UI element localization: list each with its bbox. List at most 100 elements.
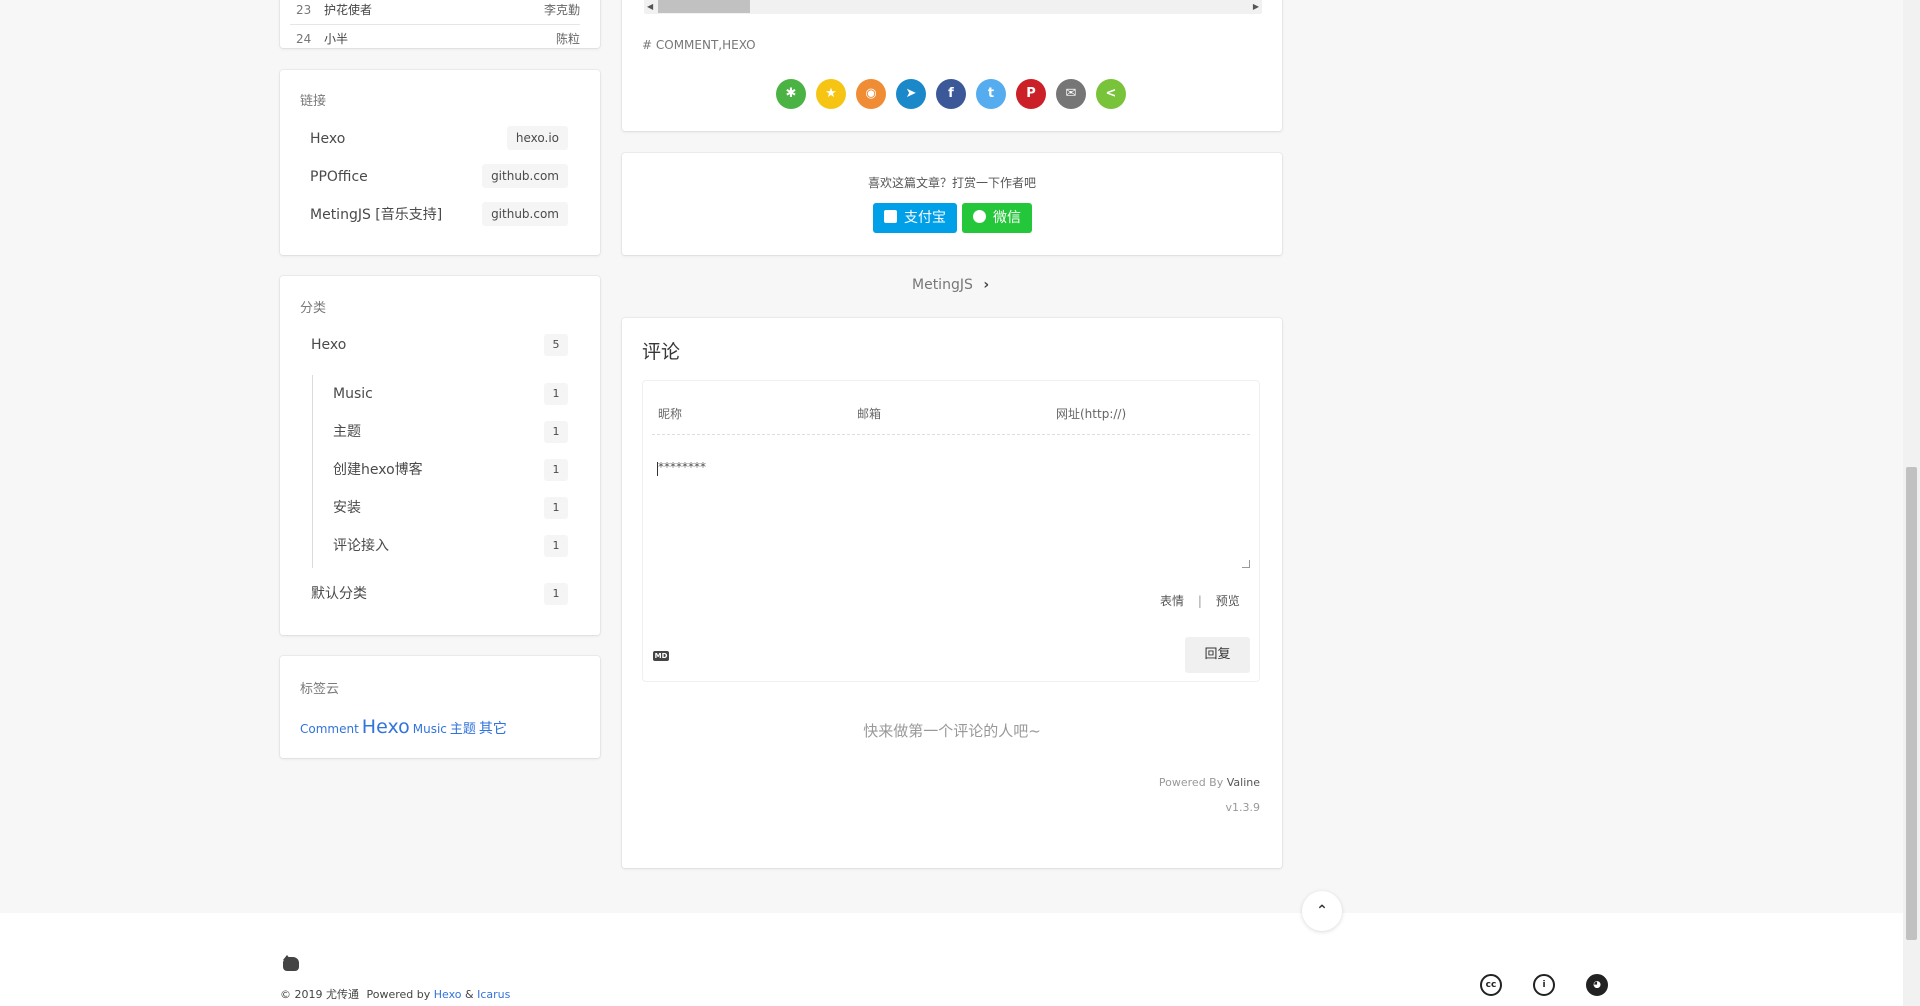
category-default[interactable]: 默认分类 1 [311, 581, 568, 607]
scroll-right-arrow-icon[interactable]: ▶ [1253, 0, 1259, 13]
telegram-icon: ➤ [905, 86, 917, 101]
code-horizontal-scrollbar[interactable]: ◀ ▶ [644, 0, 1262, 14]
category-name: Hexo [311, 337, 347, 353]
comments-title: 评论 [642, 341, 681, 363]
markdown-badge-text: MD [654, 652, 668, 660]
github-icon[interactable]: ◕ [1586, 974, 1608, 996]
link-name: MetingJS [音乐支持] [310, 207, 443, 223]
valine-version: v1.3.9 [1225, 801, 1261, 814]
next-post-title: MetingJS [912, 277, 973, 293]
icarus-link[interactable]: Icarus [477, 988, 510, 1001]
category-hexo[interactable]: Hexo 5 [311, 332, 568, 358]
tool-separator: | [1197, 594, 1202, 608]
link-ppoffice[interactable]: PPOffice github.com [310, 164, 568, 190]
share-pinterest-button[interactable]: P [1016, 79, 1046, 109]
article-card [622, 0, 1282, 131]
rank-artist: 李克勤 [543, 3, 580, 17]
rank-song: 小半 [324, 32, 349, 46]
article-tags[interactable]: # COMMENT,HEXO [642, 38, 756, 52]
alipay-label: 支付宝 [904, 210, 946, 226]
share-qzone-button[interactable]: ★ [816, 79, 846, 109]
submit-reply-button[interactable]: 回复 [1185, 637, 1250, 673]
mail-input[interactable]: 邮箱 [857, 405, 1037, 422]
category-name: 主题 [333, 424, 361, 440]
weibo-icon: ◉ [865, 86, 877, 101]
donate-wechat-button[interactable]: 微信 [962, 203, 1032, 233]
comment-tools: 表情 | 预览 [1160, 592, 1240, 609]
chevron-up-icon: ⌃ [1316, 903, 1328, 919]
site-logo[interactable] [281, 955, 301, 973]
wechat-icon [973, 210, 986, 223]
tag-theme[interactable]: 主题 [450, 722, 476, 737]
categories-label: 分类 [300, 301, 327, 316]
hexo-link[interactable]: Hexo [434, 988, 462, 1001]
share-email-button[interactable]: ✉ [1056, 79, 1086, 109]
link-name: PPOffice [310, 169, 368, 185]
donate-alipay-button[interactable]: 支付宝 [873, 203, 957, 233]
link-metingjs[interactable]: MetingJS [音乐支持] github.com [310, 202, 568, 228]
tagcloud-card: 标签云 Comment Hexo Music 主题 其它 [280, 656, 600, 758]
category-tree-line [312, 375, 313, 568]
emoji-button[interactable]: 表情 [1160, 594, 1184, 608]
page-scroll-thumb[interactable] [1906, 467, 1917, 940]
links-card: 链接 Hexo hexo.io PPOffice github.com Meti… [280, 70, 600, 255]
scroll-left-arrow-icon[interactable]: ◀ [647, 0, 653, 13]
share-twitter-button[interactable]: t [976, 79, 1006, 109]
category-create-blog[interactable]: 创建hexo博客 1 [333, 457, 568, 483]
category-name: Music [333, 386, 373, 402]
share-telegram-button[interactable]: ➤ [896, 79, 926, 109]
rank-row-24[interactable]: 24 小半 陈粒 [290, 25, 580, 48]
wechat-icon: ✱ [785, 86, 797, 101]
link-name: Hexo [310, 131, 346, 147]
rank-number: 23 [296, 3, 312, 17]
link-input[interactable]: 网址(http://) [1056, 405, 1236, 422]
share-more-button[interactable]: < [1096, 79, 1126, 109]
preview-button[interactable]: 预览 [1216, 594, 1240, 608]
page-vertical-scrollbar[interactable] [1903, 0, 1920, 1006]
next-post-link[interactable]: MetingJS › [912, 277, 989, 293]
creative-commons-icon[interactable]: cc [1480, 974, 1502, 996]
input-divider [652, 434, 1250, 435]
category-count: 1 [544, 583, 568, 605]
back-to-top-button[interactable]: ⌃ [1302, 891, 1342, 931]
category-count: 5 [544, 334, 568, 356]
category-music[interactable]: Music 1 [333, 381, 568, 407]
resize-handle-icon[interactable] [1242, 560, 1250, 568]
category-name: 默认分类 [311, 586, 367, 602]
chevron-right-icon: › [983, 277, 990, 293]
attribution-icon[interactable]: i [1533, 974, 1555, 996]
tag-other[interactable]: 其它 [479, 721, 507, 737]
nick-input[interactable]: 昵称 [658, 405, 838, 422]
cat-ear-icon [283, 955, 291, 960]
markdown-icon[interactable]: MD [653, 651, 669, 661]
link-hexo[interactable]: Hexo hexo.io [310, 126, 568, 152]
share-wechat-button[interactable]: ✱ [776, 79, 806, 109]
tagcloud-label: 标签云 [300, 682, 340, 697]
tag-comment[interactable]: Comment [300, 722, 359, 736]
category-name: 创建hexo博客 [333, 462, 423, 478]
category-comment-integration[interactable]: 评论接入 1 [333, 533, 568, 559]
comment-textarea[interactable]: ******** [652, 458, 1250, 568]
category-theme[interactable]: 主题 1 [333, 419, 568, 445]
powered-by-valine: Powered By Valine [1100, 776, 1260, 789]
no-comments-text: 快来做第一个评论的人吧~ [863, 722, 1041, 740]
copyright-text: © 2019 尤传通 [280, 988, 359, 1001]
share-facebook-button[interactable]: f [936, 79, 966, 109]
link-domain-tag: github.com [482, 164, 568, 188]
twitter-icon: t [987, 86, 995, 101]
category-install[interactable]: 安装 1 [333, 495, 568, 521]
powered-by-text: Powered by [366, 988, 431, 1001]
email-icon: ✉ [1065, 86, 1077, 101]
category-name: 安装 [333, 500, 361, 516]
share-weibo-button[interactable]: ◉ [856, 79, 886, 109]
music-rank-card: 23 护花使者 李克勤 24 小半 陈粒 [280, 0, 600, 48]
valine-link[interactable]: Valine [1227, 776, 1260, 789]
link-domain-tag: hexo.io [506, 126, 568, 150]
rank-row-23[interactable]: 23 护花使者 李克勤 [290, 0, 580, 24]
donate-text: 喜欢这篇文章？打赏一下作者吧 [867, 176, 1036, 190]
scroll-thumb[interactable] [658, 0, 750, 13]
tag-music[interactable]: Music [413, 722, 447, 736]
tag-hexo[interactable]: Hexo [362, 716, 410, 738]
category-count: 1 [544, 383, 568, 405]
category-count: 1 [544, 535, 568, 557]
